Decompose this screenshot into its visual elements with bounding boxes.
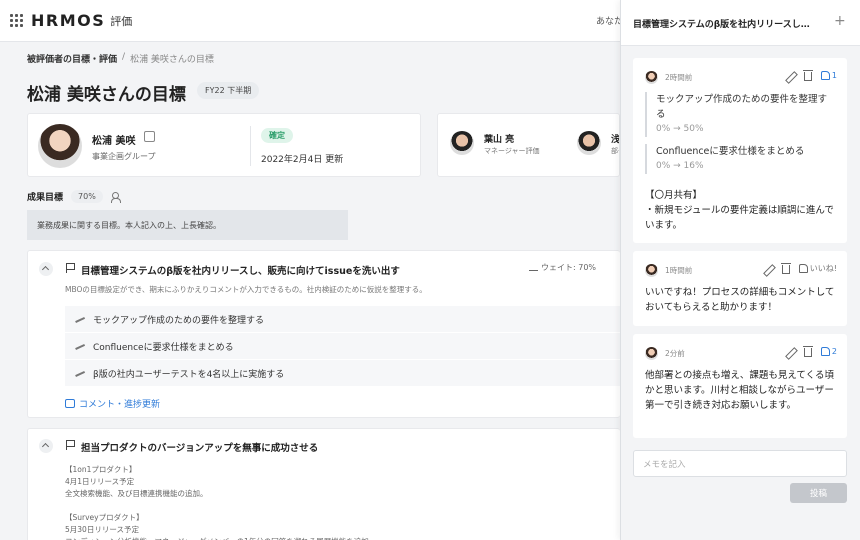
trend-icon <box>75 369 87 377</box>
app-menu-icon[interactable] <box>10 14 23 27</box>
reviewer-name: 浅 <box>611 135 620 145</box>
key-result-row[interactable]: モックアップ作成のための要件を整理する <box>65 306 621 333</box>
goal-title[interactable]: 目標管理システムのβ版を社内リリースし、販売に向けてissueを洗い出す <box>81 263 400 277</box>
person-name: 松浦 美咲 <box>92 136 136 147</box>
app-section-label: 評価 <box>110 14 133 28</box>
key-result-label: モックアップ作成のための要件を整理する <box>93 315 265 326</box>
kr-progress: 0% → 16% <box>656 161 704 171</box>
key-result-quote: モックアップ作成のための要件を整理する 0% → 50% <box>645 92 835 137</box>
scale-icon <box>529 263 538 271</box>
status-badge: 確定 <box>261 128 293 143</box>
flag-icon <box>66 263 75 273</box>
goal-weight-label: ウェイト: 70% <box>541 263 597 272</box>
comment-progress-link[interactable]: コメント・進捗更新 <box>65 397 160 410</box>
comment-panel: 目標管理システムのβ版を社内リリースし… + 2時間前 1 モックアップ作成のた… <box>620 0 860 540</box>
breadcrumb-separator: / <box>122 52 126 62</box>
comment-time: 2時間前 <box>665 73 693 82</box>
reviewer-name: 葉山 亮 <box>484 135 515 145</box>
comment-body: 【〇月共有】 ・新規モジュールの要件定義は順調に進んでいます。 <box>645 190 834 231</box>
comment-body: 他部署との接点も増え、課題も見えてくる頃かと思います。川村と相談しながらユーザー… <box>645 370 834 411</box>
kr-quote-text: Confluenceに要求仕様をまとめる <box>656 146 805 157</box>
comment-time: 1時間前 <box>665 266 693 275</box>
edit-icon[interactable] <box>785 71 795 81</box>
avatar <box>38 124 82 168</box>
thumbs-up-icon <box>798 264 808 273</box>
top-user-menu[interactable]: あなた <box>596 14 623 27</box>
like-button[interactable]: 2 <box>820 347 837 356</box>
comment-actions: 2 <box>785 346 837 357</box>
post-button[interactable]: 投稿 <box>790 483 847 503</box>
people-icon[interactable] <box>110 191 123 203</box>
comment-card: 1時間前 いいね! いいですね！プロセスの詳細もコメントしておいてもらえると助か… <box>633 251 847 326</box>
avatar <box>645 264 658 277</box>
key-result-row[interactable]: β版の社内ユーザーテストを4名以上に実施する <box>65 360 621 387</box>
goal-description: 【1on1プロダクト】 4月1日リリース予定 全文検索機能、及び目標連携機能の追… <box>65 465 376 540</box>
comment-link-label: コメント・進捗更新 <box>79 400 161 410</box>
comment-time: 2分前 <box>665 349 685 358</box>
comment-actions: 1 <box>785 70 837 81</box>
page-title: 松浦 美咲さんの目標 <box>27 85 186 105</box>
trash-icon[interactable] <box>780 263 791 274</box>
comment-actions: いいね! <box>763 263 837 274</box>
memo-input[interactable]: メモを記入 <box>633 450 847 477</box>
goal-weight: ウェイト: 70% <box>529 262 596 273</box>
divider <box>250 126 251 166</box>
trash-icon[interactable] <box>802 346 813 357</box>
main-content: 被評価者の目標・評価 / 松浦 美咲さんの目標 松浦 美咲さんの目標 FY22 … <box>0 42 621 540</box>
reviewer-role: マネージャー評価 <box>484 147 540 155</box>
edit-icon[interactable] <box>763 264 773 274</box>
like-count: 1 <box>831 71 837 80</box>
chevron-up-icon[interactable] <box>39 439 53 453</box>
logo[interactable]: HRMOS <box>31 11 105 30</box>
comment-card: 2時間前 1 モックアップ作成のための要件を整理する 0% → 50% Conf… <box>633 58 847 243</box>
kr-quote-text: モックアップ作成のための要件を整理する <box>656 94 828 120</box>
section-weight-badge: 70% <box>71 190 103 203</box>
goal-description: MBOの目標設定ができ、期末にふりかえりコメントが入力できるもの。社内検証のため… <box>65 285 427 294</box>
key-result-row[interactable]: Confluenceに要求仕様をまとめる <box>65 333 621 360</box>
goal-card: 担当プロダクトのバージョンアップを無事に成功させる 【1on1プロダクト】 4月… <box>27 428 620 540</box>
goal-title[interactable]: 担当プロダクトのバージョンアップを無事に成功させる <box>81 440 318 454</box>
profile-card-icon[interactable] <box>144 131 155 142</box>
goal-card: 目標管理システムのβ版を社内リリースし、販売に向けてissueを洗い出す ウェイ… <box>27 250 621 418</box>
reviewer-role: 部長 <box>611 147 619 155</box>
thumbs-up-icon <box>820 347 830 356</box>
like-count: 2 <box>831 347 837 356</box>
chevron-up-icon[interactable] <box>39 262 53 276</box>
section-header: 成果目標 70% <box>27 190 123 203</box>
breadcrumb: 被評価者の目標・評価 / 松浦 美咲さんの目標 <box>27 52 214 65</box>
flag-icon <box>66 440 75 450</box>
edit-icon[interactable] <box>785 347 795 357</box>
comment-card: 2分前 2 他部署との接点も増え、課題も見えてくる頃かと思います。川村と相談しな… <box>633 334 847 438</box>
panel-title: 目標管理システムのβ版を社内リリースし… <box>633 20 810 30</box>
avatar <box>450 131 474 155</box>
person-card: 松浦 美咲 事業企画グループ 確定 2022年2月4日 更新 <box>27 113 421 177</box>
key-result-label: β版の社内ユーザーテストを4名以上に実施する <box>93 369 285 380</box>
period-badge: FY22 下半期 <box>197 82 260 99</box>
thumbs-up-icon <box>820 71 830 80</box>
avatar <box>645 71 658 84</box>
trend-icon <box>75 315 87 323</box>
trend-icon <box>75 342 87 350</box>
comment-icon <box>65 399 75 408</box>
comment-key-results: モックアップ作成のための要件を整理する 0% → 50% Confluenceに… <box>645 92 835 181</box>
panel-header: 目標管理システムのβ版を社内リリースし… + <box>621 0 860 46</box>
plus-icon[interactable]: + <box>834 13 846 29</box>
reviewer-card: 葉山 亮 マネージャー評価 浅 部長 <box>437 113 620 177</box>
like-button[interactable]: いいね! <box>798 263 837 274</box>
section-title: 成果目標 <box>27 193 64 203</box>
comment-body: いいですね！プロセスの詳細もコメントしておいてもらえると助かります！ <box>645 287 835 313</box>
avatar <box>645 347 658 360</box>
updated-date: 2022年2月4日 更新 <box>261 155 344 165</box>
like-label: いいね! <box>809 264 837 273</box>
key-result-label: Confluenceに要求仕様をまとめる <box>93 342 234 353</box>
kr-progress: 0% → 50% <box>656 124 704 134</box>
like-button[interactable]: 1 <box>820 71 837 80</box>
section-description: 業務成果に関する目標。本人記入の上、上長確認。 <box>27 210 348 240</box>
key-result-quote: Confluenceに要求仕様をまとめる 0% → 16% <box>645 144 835 174</box>
person-dept: 事業企画グループ <box>92 152 156 161</box>
breadcrumb-parent[interactable]: 被評価者の目標・評価 <box>27 52 117 65</box>
breadcrumb-current: 松浦 美咲さんの目標 <box>130 55 214 65</box>
trash-icon[interactable] <box>802 70 813 81</box>
avatar <box>577 131 601 155</box>
